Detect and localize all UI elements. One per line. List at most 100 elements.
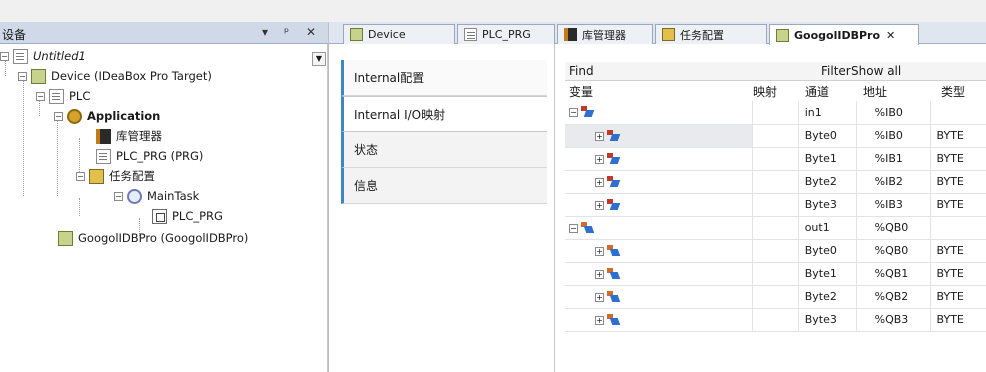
variable-cell[interactable]: +: [565, 285, 753, 309]
task-config-icon: [89, 168, 104, 184]
devices-panel-title: 设备: [2, 28, 27, 42]
expand-icon[interactable]: +: [595, 131, 604, 141]
tree-node-task-config[interactable]: − 任务配置: [76, 166, 155, 186]
mapping-cell[interactable]: [752, 124, 799, 148]
mapping-cell[interactable]: [752, 216, 799, 240]
tab-device[interactable]: Device: [343, 24, 455, 44]
mapping-cell[interactable]: [752, 262, 799, 286]
variable-cell[interactable]: +: [565, 170, 753, 194]
col-type[interactable]: 类型: [941, 83, 965, 100]
application-gear-icon: [67, 108, 82, 124]
close-icon[interactable]: ✕: [306, 25, 316, 39]
filter-button[interactable]: Filter: [819, 64, 853, 78]
collapse-icon[interactable]: −: [36, 91, 45, 101]
collapse-icon[interactable]: −: [0, 51, 9, 61]
expand-icon[interactable]: +: [595, 292, 604, 302]
channel-cell: in1: [798, 101, 857, 125]
type-cell: BYTE: [930, 124, 986, 148]
tree-node-googol-idbpro[interactable]: GoogolIDBPro (GoogolIDBPro): [58, 228, 248, 248]
table-row[interactable]: + Byte2 %IB2 BYTE: [565, 170, 986, 194]
col-variable[interactable]: 变量: [569, 83, 593, 100]
table-row[interactable]: + Byte2 %QB2 BYTE: [565, 285, 986, 309]
table-row[interactable]: − out1 %QB0: [565, 216, 986, 240]
output-channel-icon: [607, 267, 620, 280]
mapping-cell[interactable]: [752, 147, 799, 171]
collapse-icon[interactable]: −: [569, 223, 578, 233]
output-channel-icon: [607, 290, 620, 303]
mapping-cell[interactable]: [752, 101, 799, 125]
table-row[interactable]: − in1 %IB0: [565, 101, 986, 125]
tree-node-plc[interactable]: − PLC: [36, 86, 90, 106]
tree-node-plc-prg[interactable]: PLC_PRG (PRG): [96, 146, 203, 166]
side-tab-status[interactable]: 状态: [341, 132, 547, 168]
variable-cell[interactable]: +: [565, 193, 753, 217]
variable-cell[interactable]: −: [565, 216, 753, 240]
channel-cell: Byte0: [798, 124, 857, 148]
tree-node-plc-prg-call[interactable]: PLC_PRG: [152, 206, 223, 226]
side-tab-io-mapping[interactable]: Internal I/O映射: [341, 96, 547, 132]
col-mapping[interactable]: 映射: [753, 83, 777, 100]
table-row[interactable]: + Byte0 %IB0 BYTE: [565, 124, 986, 148]
device-icon: [776, 28, 789, 42]
mapping-cell[interactable]: [752, 193, 799, 217]
panel-menu-icon[interactable]: ▾: [262, 25, 268, 39]
tree-node-maintask[interactable]: − MainTask: [114, 186, 199, 206]
table-row[interactable]: + Byte3 %QB3 BYTE: [565, 308, 986, 332]
side-tab-internal-config[interactable]: Internal配置: [341, 60, 547, 96]
table-row[interactable]: + Byte3 %IB3 BYTE: [565, 193, 986, 217]
collapse-icon[interactable]: −: [76, 171, 85, 181]
collapse-icon[interactable]: −: [569, 108, 578, 117]
table-row[interactable]: + Byte1 %IB1 BYTE: [565, 147, 986, 171]
mapping-cell[interactable]: [752, 308, 799, 332]
expand-icon[interactable]: +: [595, 154, 604, 164]
mapping-cell[interactable]: [752, 285, 799, 309]
tree-node-label: GoogolIDBPro (GoogolIDBPro): [78, 231, 249, 245]
expand-icon[interactable]: +: [595, 269, 604, 279]
device-icon: [58, 230, 73, 246]
collapse-icon[interactable]: −: [54, 111, 63, 121]
variable-cell[interactable]: +: [565, 239, 753, 263]
expand-icon[interactable]: +: [595, 246, 604, 256]
col-channel[interactable]: 通道: [805, 83, 829, 100]
expand-icon[interactable]: +: [595, 177, 604, 187]
variable-cell[interactable]: −: [565, 101, 753, 125]
tab-task-config[interactable]: 任务配置: [655, 24, 767, 44]
mapping-cell[interactable]: [752, 239, 799, 263]
tree-node-library-manager[interactable]: 库管理器: [96, 126, 162, 146]
scroll-arrow-icon[interactable]: ▼: [312, 52, 326, 66]
side-tab-info[interactable]: 信息: [341, 168, 547, 204]
mapping-cell[interactable]: [752, 170, 799, 194]
variable-cell[interactable]: +: [565, 124, 753, 148]
expand-icon[interactable]: +: [595, 315, 604, 325]
tree-node-project[interactable]: − Untitled1: [0, 46, 86, 66]
type-cell: BYTE: [930, 193, 986, 217]
variable-cell[interactable]: +: [565, 147, 753, 171]
close-tab-icon[interactable]: ✕: [886, 29, 895, 42]
variable-cell[interactable]: +: [565, 308, 753, 332]
top-strip: [0, 0, 986, 22]
tab-plc-prg[interactable]: PLC_PRG: [457, 24, 555, 44]
input-channel-icon: [607, 152, 620, 165]
config-side-tabs: Internal配置 Internal I/O映射 状态 信息: [329, 44, 555, 372]
show-all-dropdown[interactable]: Show all: [851, 64, 901, 78]
device-tree: ▼ − Untitled1 − Device (IDeaBox Pro Targ…: [0, 44, 328, 372]
library-icon: [96, 128, 111, 144]
tree-node-application[interactable]: − Application: [54, 106, 160, 126]
device-icon: [350, 28, 363, 41]
find-label[interactable]: Find: [569, 64, 594, 78]
pin-icon[interactable]: ᵖ: [284, 25, 289, 39]
device-icon: [31, 68, 46, 84]
expand-icon[interactable]: +: [595, 200, 604, 210]
table-row[interactable]: + Byte0 %QB0 BYTE: [565, 239, 986, 263]
address-cell: %IB2: [856, 170, 931, 194]
table-row[interactable]: + Byte1 %QB1 BYTE: [565, 262, 986, 286]
input-channel-icon: [581, 106, 594, 118]
channel-cell: out1: [798, 216, 857, 240]
collapse-icon[interactable]: −: [18, 71, 27, 81]
col-address[interactable]: 地址: [863, 83, 887, 100]
tab-googolidbpro[interactable]: GoogolIDBPro ✕: [769, 24, 919, 45]
collapse-icon[interactable]: −: [114, 191, 123, 201]
tree-node-device[interactable]: − Device (IDeaBox Pro Target): [18, 66, 212, 86]
variable-cell[interactable]: +: [565, 262, 753, 286]
tab-library-manager[interactable]: 库管理器: [557, 24, 653, 44]
